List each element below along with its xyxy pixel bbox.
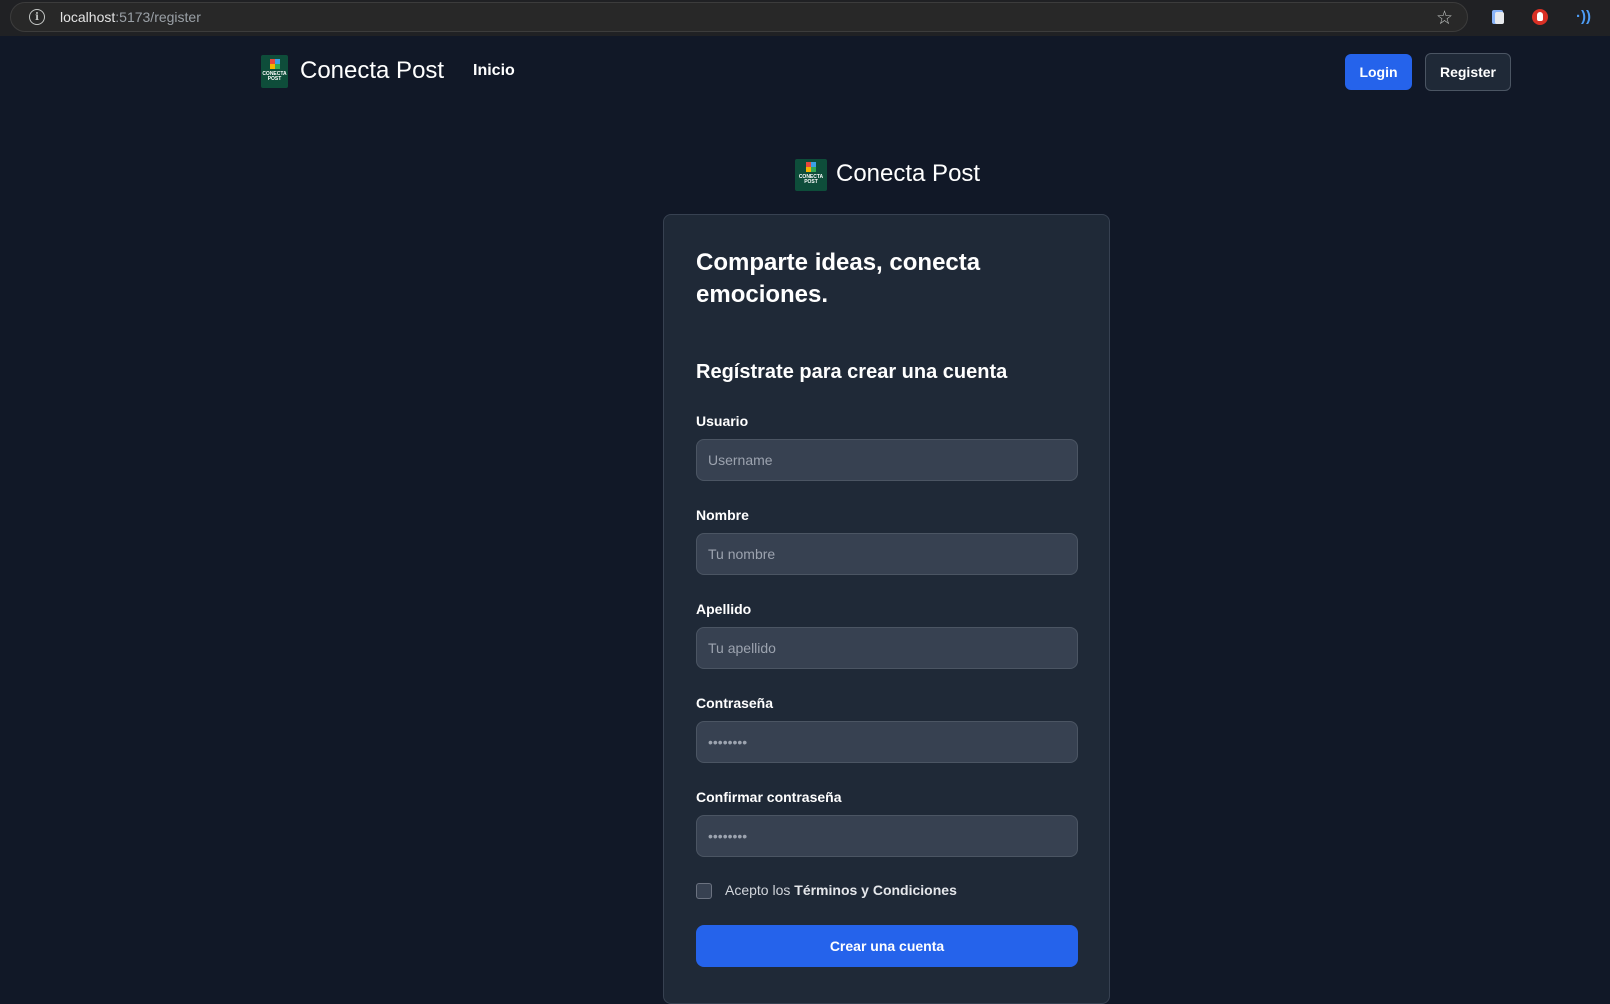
first-name-input[interactable] [696,533,1078,575]
username-label: Usuario [696,413,749,429]
terms-link[interactable]: Términos y Condiciones [794,882,957,898]
header-logo-text: CONECTA POST [798,174,824,185]
browser-toolbar: i localhost:5173/register ☆ ·)) [0,0,1610,36]
bookmark-star-icon[interactable]: ☆ [1436,7,1453,30]
card-title: Comparte ideas, conecta emociones. [696,249,981,308]
site-info-icon[interactable]: i [29,9,45,25]
password-input[interactable] [696,721,1078,763]
card-subtitle: Regístrate para crear una cuenta [696,361,1008,383]
first-name-label: Nombre [696,507,749,523]
url-text: localhost:5173/register [60,9,201,25]
confirm-password-input[interactable] [696,815,1078,857]
navbar-brand[interactable]: Conecta Post [300,57,444,85]
url-path: :5173/register [115,9,201,25]
navbar-logo-text: CONECTA POST [262,71,287,82]
last-name-input[interactable] [696,627,1078,669]
last-name-label: Apellido [696,601,752,617]
terms-checkbox[interactable] [696,883,712,899]
url-host: localhost [60,9,116,25]
address-bar[interactable]: i localhost:5173/register ☆ [10,2,1468,32]
register-card: Comparte ideas, conecta emociones. Regís… [663,214,1110,1004]
register-button[interactable]: Register [1425,53,1511,91]
confirm-password-label: Confirmar contraseña [696,789,842,805]
header-logo-icon: CONECTA POST [795,159,827,191]
extension-doc-icon[interactable] [1489,8,1507,26]
extension-broadcast-icon[interactable]: ·)) [1576,8,1594,26]
username-input[interactable] [696,439,1078,481]
terms-text: Acepto los Términos y Condiciones [725,882,957,898]
login-button[interactable]: Login [1345,54,1412,90]
extension-stop-hand-icon[interactable] [1531,8,1549,26]
nav-link-inicio[interactable]: Inicio [473,62,515,80]
navbar-logo-icon[interactable]: CONECTA POST [261,55,288,88]
create-account-button[interactable]: Crear una cuenta [696,925,1078,967]
header-brand: Conecta Post [836,160,981,187]
terms-prefix: Acepto los [725,882,791,898]
password-label: Contraseña [696,695,774,711]
